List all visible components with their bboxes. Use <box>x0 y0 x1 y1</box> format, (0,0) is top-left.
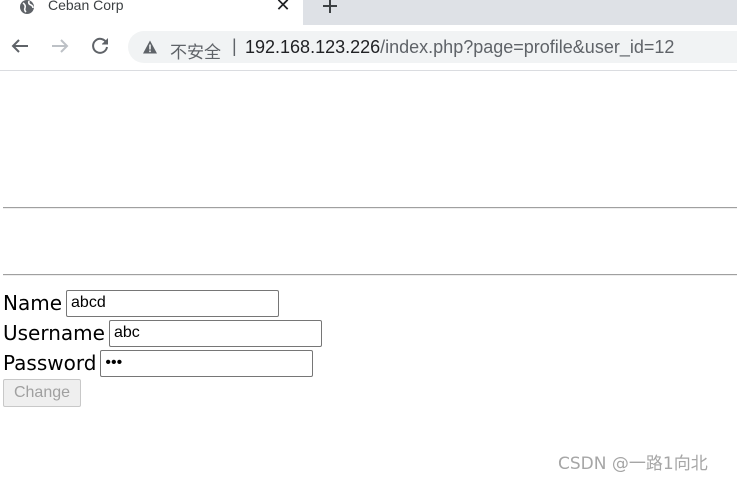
forward-arrow-icon[interactable] <box>48 34 72 58</box>
url-separator: | <box>232 36 237 56</box>
name-label: Name <box>3 291 63 315</box>
name-row: Name <box>3 289 280 317</box>
name-input[interactable] <box>66 289 280 317</box>
horizontal-rule <box>3 274 737 276</box>
new-tab-icon[interactable] <box>318 0 342 18</box>
browser-toolbar: 不安全 | 192.168.123.226/index.php?page=pro… <box>0 25 737 71</box>
password-label: Password <box>3 351 97 375</box>
url-text[interactable]: 192.168.123.226/index.php?page=profile&u… <box>245 37 674 58</box>
browser-tab[interactable]: Ceban Corp ✕ <box>0 0 303 25</box>
horizontal-rule <box>3 207 737 209</box>
tab-title: Ceban Corp <box>48 0 124 13</box>
url-path: /index.php?page=profile&user_id=12 <box>380 37 675 57</box>
back-arrow-icon[interactable] <box>8 34 32 58</box>
username-input[interactable] <box>108 319 322 347</box>
username-row: Username <box>3 319 322 347</box>
close-tab-icon[interactable]: ✕ <box>274 0 292 14</box>
globe-icon <box>20 0 34 14</box>
warning-icon[interactable] <box>142 39 158 55</box>
tab-strip: Ceban Corp ✕ <box>0 0 737 25</box>
reload-icon[interactable] <box>88 34 112 58</box>
username-label: Username <box>3 321 105 345</box>
url-host: 192.168.123.226 <box>245 37 381 57</box>
watermark: CSDN @一路1向北 <box>558 454 708 474</box>
password-input[interactable] <box>100 349 314 377</box>
change-button[interactable]: Change <box>3 379 81 407</box>
password-row: Password <box>3 349 314 377</box>
security-label[interactable]: 不安全 <box>170 38 221 63</box>
address-bar[interactable]: 不安全 | 192.168.123.226/index.php?page=pro… <box>128 31 737 63</box>
